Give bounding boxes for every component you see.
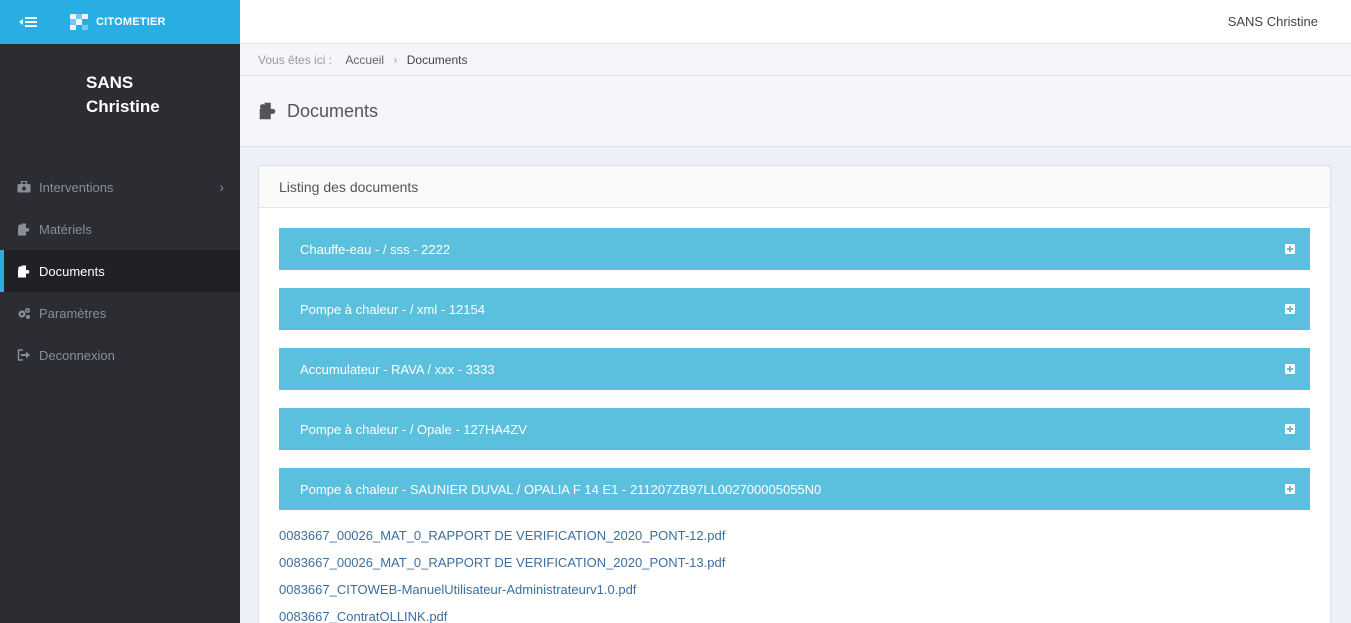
accordion-item[interactable]: Pompe à chaleur - SAUNIER DUVAL / OPALIA…: [279, 468, 1310, 510]
breadcrumb-home-link[interactable]: Accueil: [345, 53, 384, 67]
sidebar-item-label: Paramètres: [39, 305, 107, 321]
panel-body: Chauffe-eau - / sss - 2222 Pompe à chale…: [259, 208, 1330, 623]
accordion-item[interactable]: Chauffe-eau - / sss - 2222: [279, 228, 1310, 270]
logo-icon: [70, 14, 88, 30]
user-first-name: SANS: [86, 73, 134, 92]
breadcrumb-prefix: Vous êtes ici :: [258, 53, 333, 67]
accordion-title: Pompe à chaleur - SAUNIER DUVAL / OPALIA…: [300, 481, 822, 497]
brand-logo[interactable]: CITOMETIER: [70, 14, 166, 30]
panel-heading: Listing des documents: [259, 166, 1330, 208]
document-link[interactable]: 0083667_00026_MAT_0_RAPPORT DE VERIFICAT…: [279, 555, 1310, 582]
sidebar-item-deconnexion[interactable]: Deconnexion: [0, 334, 240, 376]
accordion-item[interactable]: Accumulateur - RAVA / xxx - 3333: [279, 348, 1310, 390]
brand-bar: CITOMETIER: [0, 0, 240, 44]
breadcrumb-separator-icon: ›: [393, 53, 398, 67]
puzzle-icon: [17, 265, 31, 278]
document-link[interactable]: 0083667_CITOWEB-ManuelUtilisateur-Admini…: [279, 582, 1310, 609]
user-last-name: Christine: [86, 97, 160, 116]
briefcase-icon: [17, 181, 31, 193]
sidebar: CITOMETIER SANS Christine Interventions …: [0, 0, 240, 623]
chevron-right-icon: ›: [219, 179, 224, 195]
sidebar-item-label: Deconnexion: [39, 347, 115, 363]
plus-square-icon: [1285, 244, 1295, 254]
accordion-title: Pompe à chaleur - / xml - 12154: [300, 301, 485, 317]
document-link[interactable]: 0083667_ContratOLLINK.pdf: [279, 609, 1310, 623]
menu-toggle-button[interactable]: [0, 0, 58, 44]
sidebar-item-label: Matériels: [39, 221, 92, 237]
sidebar-nav: Interventions › Matériels Documents Para…: [0, 166, 240, 376]
sidebar-item-parametres[interactable]: Paramètres: [0, 292, 240, 334]
accordion-title: Accumulateur - RAVA / xxx - 3333: [300, 361, 495, 377]
accordion-item[interactable]: Pompe à chaleur - / Opale - 127HA4ZV: [279, 408, 1310, 450]
document-list: 0083667_00026_MAT_0_RAPPORT DE VERIFICAT…: [279, 528, 1310, 623]
plus-square-icon: [1285, 304, 1295, 314]
documents-panel: Listing des documents Chauffe-eau - / ss…: [258, 165, 1331, 623]
plus-square-icon: [1285, 484, 1295, 494]
accordion-title: Pompe à chaleur - / Opale - 127HA4ZV: [300, 421, 527, 437]
sidebar-item-label: Documents: [39, 263, 105, 279]
breadcrumb: Vous êtes ici : Accueil › Documents: [240, 44, 1351, 76]
top-header: SANS Christine: [240, 0, 1351, 44]
puzzle-icon: [17, 223, 31, 236]
page-title: Documents: [287, 100, 379, 121]
sidebar-item-materiels[interactable]: Matériels: [0, 208, 240, 250]
sidebar-item-label: Interventions: [39, 179, 114, 195]
gears-icon: [17, 307, 31, 320]
header-user-menu[interactable]: SANS Christine: [1228, 14, 1318, 29]
menu-collapse-icon: [19, 17, 37, 27]
breadcrumb-current: Documents: [406, 53, 468, 67]
document-link[interactable]: 0083667_00026_MAT_0_RAPPORT DE VERIFICAT…: [279, 528, 1310, 555]
accordion-item[interactable]: Pompe à chaleur - / xml - 12154: [279, 288, 1310, 330]
page-title-bar: Documents: [240, 76, 1351, 147]
sidebar-user-name: SANS Christine: [0, 44, 240, 166]
sidebar-item-documents[interactable]: Documents: [0, 250, 240, 292]
puzzle-icon: [258, 101, 278, 121]
plus-square-icon: [1285, 424, 1295, 434]
sidebar-item-interventions[interactable]: Interventions ›: [0, 166, 240, 208]
brand-name: CITOMETIER: [96, 16, 166, 28]
accordion-title: Chauffe-eau - / sss - 2222: [300, 241, 451, 257]
plus-square-icon: [1285, 364, 1295, 374]
sign-out-icon: [17, 349, 31, 361]
